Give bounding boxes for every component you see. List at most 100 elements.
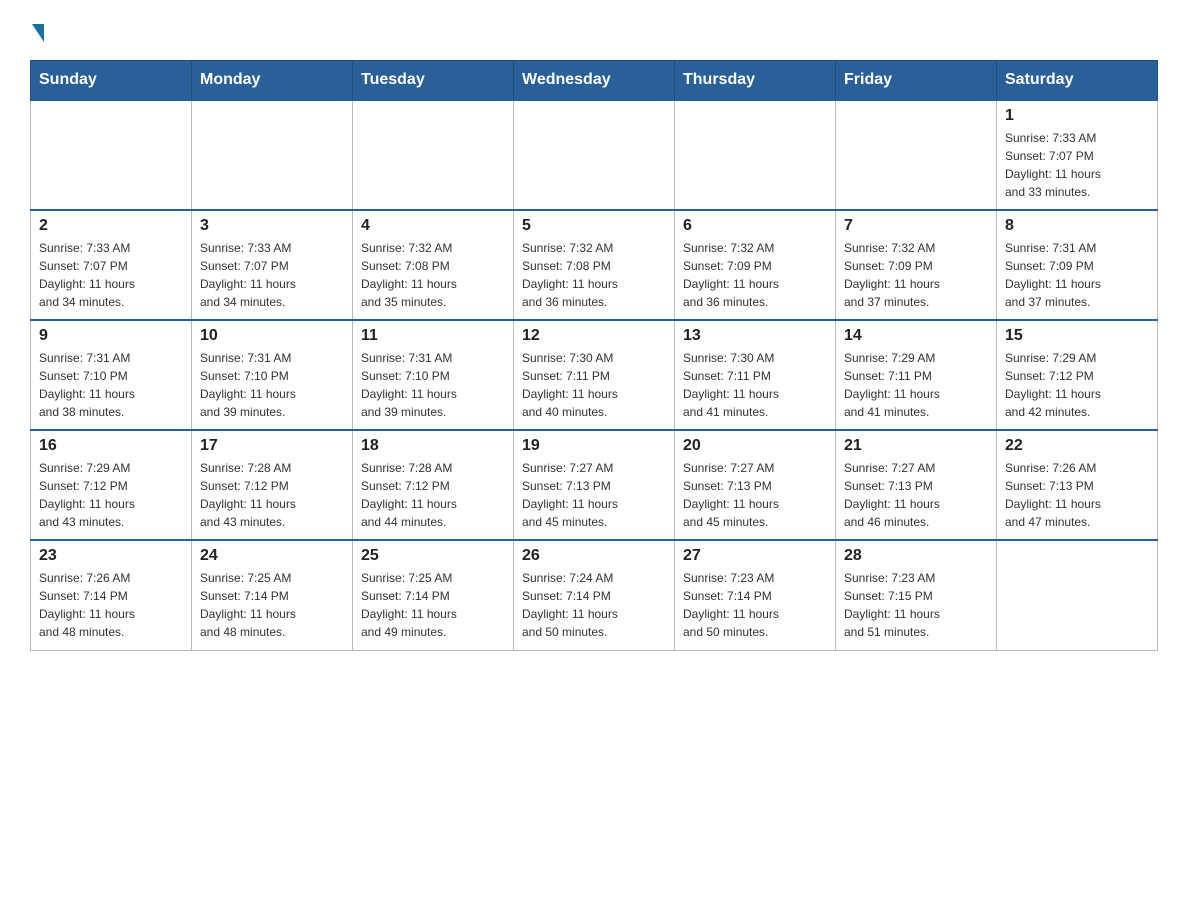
day-number: 14 xyxy=(844,327,988,345)
day-info: Sunrise: 7:26 AM Sunset: 7:13 PM Dayligh… xyxy=(1005,459,1149,531)
day-number: 22 xyxy=(1005,437,1149,455)
day-info: Sunrise: 7:33 AM Sunset: 7:07 PM Dayligh… xyxy=(200,239,344,311)
calendar-cell: 14 Sunrise: 7:29 AM Sunset: 7:11 PM Dayli… xyxy=(836,320,997,430)
calendar-cell: 3 Sunrise: 7:33 AM Sunset: 7:07 PM Daylig… xyxy=(192,210,353,320)
day-number: 27 xyxy=(683,547,827,565)
day-info: Sunrise: 7:32 AM Sunset: 7:08 PM Dayligh… xyxy=(361,239,505,311)
calendar-cell: 28 Sunrise: 7:23 AM Sunset: 7:15 PM Dayli… xyxy=(836,540,997,650)
day-number: 2 xyxy=(39,217,183,235)
day-info: Sunrise: 7:32 AM Sunset: 7:09 PM Dayligh… xyxy=(683,239,827,311)
day-info: Sunrise: 7:31 AM Sunset: 7:09 PM Dayligh… xyxy=(1005,239,1149,311)
week-row-2: 2 Sunrise: 7:33 AM Sunset: 7:07 PM Daylig… xyxy=(31,210,1158,320)
calendar-cell xyxy=(353,100,514,210)
weekday-header-monday: Monday xyxy=(192,61,353,101)
day-number: 8 xyxy=(1005,217,1149,235)
day-info: Sunrise: 7:31 AM Sunset: 7:10 PM Dayligh… xyxy=(361,349,505,421)
weekday-header-thursday: Thursday xyxy=(675,61,836,101)
day-info: Sunrise: 7:30 AM Sunset: 7:11 PM Dayligh… xyxy=(683,349,827,421)
day-number: 26 xyxy=(522,547,666,565)
weekday-header-sunday: Sunday xyxy=(31,61,192,101)
calendar-cell: 27 Sunrise: 7:23 AM Sunset: 7:14 PM Dayli… xyxy=(675,540,836,650)
day-number: 19 xyxy=(522,437,666,455)
day-info: Sunrise: 7:24 AM Sunset: 7:14 PM Dayligh… xyxy=(522,569,666,641)
day-info: Sunrise: 7:26 AM Sunset: 7:14 PM Dayligh… xyxy=(39,569,183,641)
calendar-cell: 15 Sunrise: 7:29 AM Sunset: 7:12 PM Dayli… xyxy=(997,320,1158,430)
day-number: 1 xyxy=(1005,107,1149,125)
day-info: Sunrise: 7:29 AM Sunset: 7:12 PM Dayligh… xyxy=(39,459,183,531)
day-info: Sunrise: 7:30 AM Sunset: 7:11 PM Dayligh… xyxy=(522,349,666,421)
day-info: Sunrise: 7:31 AM Sunset: 7:10 PM Dayligh… xyxy=(200,349,344,421)
day-number: 28 xyxy=(844,547,988,565)
calendar-cell: 2 Sunrise: 7:33 AM Sunset: 7:07 PM Daylig… xyxy=(31,210,192,320)
calendar-cell: 13 Sunrise: 7:30 AM Sunset: 7:11 PM Dayli… xyxy=(675,320,836,430)
day-info: Sunrise: 7:31 AM Sunset: 7:10 PM Dayligh… xyxy=(39,349,183,421)
weekday-header-wednesday: Wednesday xyxy=(514,61,675,101)
calendar-cell: 9 Sunrise: 7:31 AM Sunset: 7:10 PM Daylig… xyxy=(31,320,192,430)
day-info: Sunrise: 7:23 AM Sunset: 7:14 PM Dayligh… xyxy=(683,569,827,641)
day-number: 24 xyxy=(200,547,344,565)
calendar-cell xyxy=(997,540,1158,650)
calendar-cell xyxy=(31,100,192,210)
day-number: 23 xyxy=(39,547,183,565)
day-number: 11 xyxy=(361,327,505,345)
weekday-header-row: SundayMondayTuesdayWednesdayThursdayFrid… xyxy=(31,61,1158,101)
day-info: Sunrise: 7:23 AM Sunset: 7:15 PM Dayligh… xyxy=(844,569,988,641)
calendar-cell: 11 Sunrise: 7:31 AM Sunset: 7:10 PM Dayli… xyxy=(353,320,514,430)
day-info: Sunrise: 7:28 AM Sunset: 7:12 PM Dayligh… xyxy=(361,459,505,531)
calendar-cell: 7 Sunrise: 7:32 AM Sunset: 7:09 PM Daylig… xyxy=(836,210,997,320)
week-row-1: 1 Sunrise: 7:33 AM Sunset: 7:07 PM Daylig… xyxy=(31,100,1158,210)
day-info: Sunrise: 7:29 AM Sunset: 7:12 PM Dayligh… xyxy=(1005,349,1149,421)
calendar-cell xyxy=(675,100,836,210)
day-number: 6 xyxy=(683,217,827,235)
weekday-header-friday: Friday xyxy=(836,61,997,101)
calendar-cell: 10 Sunrise: 7:31 AM Sunset: 7:10 PM Dayli… xyxy=(192,320,353,430)
day-number: 9 xyxy=(39,327,183,345)
calendar-cell: 6 Sunrise: 7:32 AM Sunset: 7:09 PM Daylig… xyxy=(675,210,836,320)
week-row-5: 23 Sunrise: 7:26 AM Sunset: 7:14 PM Dayli… xyxy=(31,540,1158,650)
logo-triangle-icon xyxy=(32,24,44,42)
calendar-cell: 16Sunrise: 7:29 AM Sunset: 7:12 PM Dayli… xyxy=(31,430,192,540)
day-info: Sunrise: 7:33 AM Sunset: 7:07 PM Dayligh… xyxy=(39,239,183,311)
day-number: 21 xyxy=(844,437,988,455)
day-number: 18 xyxy=(361,437,505,455)
calendar-cell: 4Sunrise: 7:32 AM Sunset: 7:08 PM Daylig… xyxy=(353,210,514,320)
logo xyxy=(30,20,44,40)
calendar-cell: 1 Sunrise: 7:33 AM Sunset: 7:07 PM Daylig… xyxy=(997,100,1158,210)
day-number: 10 xyxy=(200,327,344,345)
day-number: 3 xyxy=(200,217,344,235)
day-number: 20 xyxy=(683,437,827,455)
calendar-cell: 5 Sunrise: 7:32 AM Sunset: 7:08 PM Daylig… xyxy=(514,210,675,320)
day-info: Sunrise: 7:25 AM Sunset: 7:14 PM Dayligh… xyxy=(200,569,344,641)
calendar-cell: 22 Sunrise: 7:26 AM Sunset: 7:13 PM Dayli… xyxy=(997,430,1158,540)
weekday-header-tuesday: Tuesday xyxy=(353,61,514,101)
day-info: Sunrise: 7:27 AM Sunset: 7:13 PM Dayligh… xyxy=(522,459,666,531)
week-row-4: 16Sunrise: 7:29 AM Sunset: 7:12 PM Dayli… xyxy=(31,430,1158,540)
weekday-header-saturday: Saturday xyxy=(997,61,1158,101)
day-info: Sunrise: 7:32 AM Sunset: 7:09 PM Dayligh… xyxy=(844,239,988,311)
day-info: Sunrise: 7:27 AM Sunset: 7:13 PM Dayligh… xyxy=(844,459,988,531)
calendar-cell xyxy=(192,100,353,210)
calendar-cell: 20Sunrise: 7:27 AM Sunset: 7:13 PM Dayli… xyxy=(675,430,836,540)
day-number: 5 xyxy=(522,217,666,235)
day-info: Sunrise: 7:28 AM Sunset: 7:12 PM Dayligh… xyxy=(200,459,344,531)
calendar-cell: 25Sunrise: 7:25 AM Sunset: 7:14 PM Dayli… xyxy=(353,540,514,650)
calendar-cell: 23 Sunrise: 7:26 AM Sunset: 7:14 PM Dayli… xyxy=(31,540,192,650)
day-number: 15 xyxy=(1005,327,1149,345)
page-header xyxy=(30,20,1158,40)
day-info: Sunrise: 7:29 AM Sunset: 7:11 PM Dayligh… xyxy=(844,349,988,421)
calendar-cell: 17 Sunrise: 7:28 AM Sunset: 7:12 PM Dayli… xyxy=(192,430,353,540)
calendar-cell: 18 Sunrise: 7:28 AM Sunset: 7:12 PM Dayli… xyxy=(353,430,514,540)
calendar-cell xyxy=(514,100,675,210)
day-number: 7 xyxy=(844,217,988,235)
day-info: Sunrise: 7:33 AM Sunset: 7:07 PM Dayligh… xyxy=(1005,129,1149,201)
calendar-cell: 12 Sunrise: 7:30 AM Sunset: 7:11 PM Dayli… xyxy=(514,320,675,430)
calendar-cell: 21 Sunrise: 7:27 AM Sunset: 7:13 PM Dayli… xyxy=(836,430,997,540)
calendar-table: SundayMondayTuesdayWednesdayThursdayFrid… xyxy=(30,60,1158,651)
calendar-cell xyxy=(836,100,997,210)
day-number: 12 xyxy=(522,327,666,345)
day-number: 17 xyxy=(200,437,344,455)
week-row-3: 9 Sunrise: 7:31 AM Sunset: 7:10 PM Daylig… xyxy=(31,320,1158,430)
day-info: Sunrise: 7:32 AM Sunset: 7:08 PM Dayligh… xyxy=(522,239,666,311)
day-number: 13 xyxy=(683,327,827,345)
calendar-cell: 19 Sunrise: 7:27 AM Sunset: 7:13 PM Dayli… xyxy=(514,430,675,540)
